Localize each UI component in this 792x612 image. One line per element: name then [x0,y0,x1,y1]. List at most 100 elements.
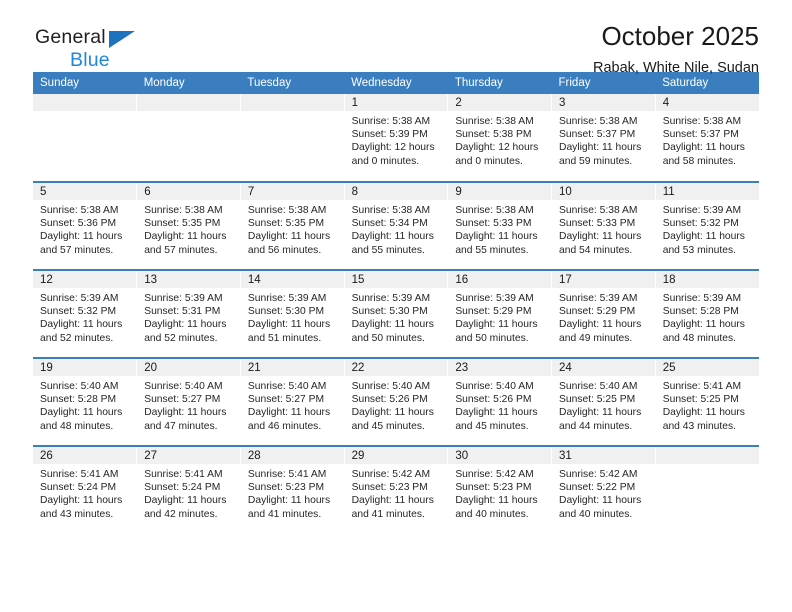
page-header: General Blue October 2025 Rabak, White N… [33,0,759,76]
day-cell[interactable]: 8 Sunrise: 5:38 AM Sunset: 5:34 PM Daylight… [344,181,449,270]
daylight-text-line1: Daylight: 12 hours [455,142,539,154]
day-number [33,94,137,111]
day-cell[interactable]: 10 Sunrise: 5:38 AM Sunset: 5:33 PM Dayligh… [551,181,656,270]
daylight-text-line1: Daylight: 11 hours [662,407,745,419]
sunset-text: Sunset: 5:26 PM [351,394,428,406]
day-number: 19 [33,359,137,376]
day-cell[interactable]: 14 Sunrise: 5:39 AM Sunset: 5:30 PM Dayligh… [240,269,345,358]
day-number: 27 [137,447,240,464]
daylight-text-line2: and 55 minutes. [455,244,529,256]
daylight-text-line2: and 49 minutes. [559,332,633,344]
weekday-header-thursday: Thursday [447,72,552,94]
daylight-text-line1: Daylight: 11 hours [455,319,538,331]
daylight-text-line1: Daylight: 11 hours [559,407,642,419]
daylight-text-line2: and 59 minutes. [559,155,633,167]
day-cell[interactable]: 20 Sunrise: 5:40 AM Sunset: 5:27 PM Dayligh… [136,357,241,446]
day-cell[interactable]: 23 Sunrise: 5:40 AM Sunset: 5:26 PM Dayligh… [447,357,553,446]
day-details: Sunrise: 5:40 AM Sunset: 5:25 PM Daylight:… [552,376,655,433]
day-cell[interactable]: 17 Sunrise: 5:39 AM Sunset: 5:29 PM Dayligh… [551,269,656,358]
sunrise-text: Sunrise: 5:38 AM [247,205,327,216]
day-number: 12 [33,271,137,288]
day-cell[interactable]: 7 Sunrise: 5:38 AM Sunset: 5:35 PM Daylight… [240,181,345,270]
sunrise-text: Sunrise: 5:42 AM [559,469,638,480]
daylight-text-line2: and 51 minutes. [247,332,322,344]
day-cell[interactable]: 29 Sunrise: 5:42 AM Sunset: 5:23 PM Dayligh… [344,445,449,534]
day-cell[interactable]: 11 Sunrise: 5:39 AM Sunset: 5:32 PM Dayligh… [655,181,759,270]
sunset-text: Sunset: 5:35 PM [144,218,221,230]
sunrise-text: Sunrise: 5:41 AM [247,469,327,480]
day-cell[interactable]: 13 Sunrise: 5:39 AM Sunset: 5:31 PM Dayligh… [136,269,241,358]
daylight-text-line1: Daylight: 11 hours [144,319,227,331]
sunset-text: Sunset: 5:37 PM [559,129,636,141]
day-details: Sunrise: 5:38 AM Sunset: 5:36 PM Daylight:… [33,200,136,257]
sunrise-text: Sunrise: 5:40 AM [40,381,119,392]
sunset-text: Sunset: 5:28 PM [662,306,739,318]
daylight-text-line1: Daylight: 11 hours [662,231,745,243]
daylight-text-line1: Daylight: 11 hours [247,319,331,331]
daylight-text-line1: Daylight: 11 hours [144,495,227,507]
calendar-week-row: 5 Sunrise: 5:38 AM Sunset: 5:36 PM Daylight… [33,181,759,270]
daylight-text-line1: Daylight: 11 hours [351,407,434,419]
daylight-text-line1: Daylight: 11 hours [40,319,123,331]
day-cell[interactable]: 26 Sunrise: 5:41 AM Sunset: 5:24 PM Dayligh… [33,445,138,534]
day-cell[interactable]: 4 Sunrise: 5:38 AM Sunset: 5:37 PM Daylight… [655,94,759,182]
sunset-text: Sunset: 5:23 PM [455,482,532,494]
day-cell[interactable]: 24 Sunrise: 5:40 AM Sunset: 5:25 PM Dayligh… [551,357,656,446]
day-cell[interactable]: 12 Sunrise: 5:39 AM Sunset: 5:32 PM Dayligh… [33,269,138,358]
day-details: Sunrise: 5:38 AM Sunset: 5:33 PM Daylight:… [552,200,655,257]
daylight-text-line2: and 47 minutes. [144,420,218,432]
generalblue-logo[interactable]: General Blue [35,27,155,76]
calendar-body: 1 Sunrise: 5:38 AM Sunset: 5:39 PM Daylight… [33,94,759,534]
day-cell[interactable]: 21 Sunrise: 5:40 AM Sunset: 5:27 PM Dayligh… [240,357,345,446]
day-cell[interactable]: 22 Sunrise: 5:40 AM Sunset: 5:26 PM Dayligh… [344,357,449,446]
daylight-text-line1: Daylight: 11 hours [247,231,331,243]
day-cell[interactable]: 9 Sunrise: 5:38 AM Sunset: 5:33 PM Daylight… [447,181,553,270]
sunrise-text: Sunrise: 5:42 AM [455,469,534,480]
daylight-text-line2: and 53 minutes. [662,244,736,256]
day-number: 26 [33,447,137,464]
sunrise-text: Sunrise: 5:39 AM [455,293,534,304]
sunrise-text: Sunrise: 5:38 AM [455,116,534,127]
sunset-text: Sunset: 5:24 PM [144,482,221,494]
sunrise-text: Sunrise: 5:38 AM [40,205,119,216]
day-cell[interactable]: 2 Sunrise: 5:38 AM Sunset: 5:38 PM Daylight… [447,94,553,182]
day-cell[interactable]: 1 Sunrise: 5:38 AM Sunset: 5:39 PM Daylight… [344,94,449,182]
day-cell[interactable]: 31 Sunrise: 5:42 AM Sunset: 5:22 PM Dayligh… [551,445,656,534]
day-cell[interactable]: 27 Sunrise: 5:41 AM Sunset: 5:24 PM Dayligh… [136,445,241,534]
day-number: 15 [344,271,448,288]
day-cell[interactable]: 15 Sunrise: 5:39 AM Sunset: 5:30 PM Dayligh… [344,269,449,358]
day-cell[interactable]: 18 Sunrise: 5:39 AM Sunset: 5:28 PM Dayligh… [655,269,759,358]
sunset-text: Sunset: 5:27 PM [144,394,221,406]
day-cell[interactable]: 30 Sunrise: 5:42 AM Sunset: 5:23 PM Dayligh… [447,445,553,534]
day-details: Sunrise: 5:41 AM Sunset: 5:24 PM Daylight:… [33,464,136,521]
daylight-text-line2: and 0 minutes. [351,155,420,167]
daylight-text-line2: and 50 minutes. [455,332,529,344]
day-details: Sunrise: 5:42 AM Sunset: 5:22 PM Daylight:… [552,464,655,521]
day-cell[interactable]: 25 Sunrise: 5:41 AM Sunset: 5:25 PM Dayligh… [655,357,759,446]
day-number: 13 [137,271,240,288]
daylight-text-line2: and 40 minutes. [559,508,633,520]
day-cell-empty [33,94,138,182]
day-details: Sunrise: 5:42 AM Sunset: 5:23 PM Daylight:… [345,464,448,521]
day-cell[interactable]: 28 Sunrise: 5:41 AM Sunset: 5:23 PM Dayligh… [240,445,345,534]
day-cell[interactable]: 19 Sunrise: 5:40 AM Sunset: 5:28 PM Dayligh… [33,357,138,446]
day-number: 7 [240,183,344,200]
day-cell[interactable]: 6 Sunrise: 5:38 AM Sunset: 5:35 PM Daylight… [136,181,241,270]
daylight-text-line2: and 43 minutes. [40,508,114,520]
day-details: Sunrise: 5:39 AM Sunset: 5:31 PM Daylight:… [137,288,240,345]
daylight-text-line1: Daylight: 11 hours [455,407,538,419]
day-cell[interactable]: 3 Sunrise: 5:38 AM Sunset: 5:37 PM Daylight… [551,94,656,182]
sunset-text: Sunset: 5:25 PM [559,394,636,406]
daylight-text-line2: and 41 minutes. [247,508,322,520]
day-details: Sunrise: 5:38 AM Sunset: 5:39 PM Daylight:… [345,111,448,168]
calendar-week-row: 26 Sunrise: 5:41 AM Sunset: 5:24 PM Dayligh… [33,445,759,534]
day-cell[interactable]: 5 Sunrise: 5:38 AM Sunset: 5:36 PM Daylight… [33,181,138,270]
day-number: 22 [344,359,448,376]
daylight-text-line2: and 40 minutes. [455,508,529,520]
sunset-text: Sunset: 5:32 PM [662,218,739,230]
daylight-text-line2: and 52 minutes. [40,332,114,344]
sunrise-text: Sunrise: 5:39 AM [40,293,119,304]
day-details: Sunrise: 5:38 AM Sunset: 5:33 PM Daylight:… [448,200,551,257]
sunrise-text: Sunrise: 5:38 AM [559,116,638,127]
day-cell[interactable]: 16 Sunrise: 5:39 AM Sunset: 5:29 PM Dayligh… [447,269,553,358]
